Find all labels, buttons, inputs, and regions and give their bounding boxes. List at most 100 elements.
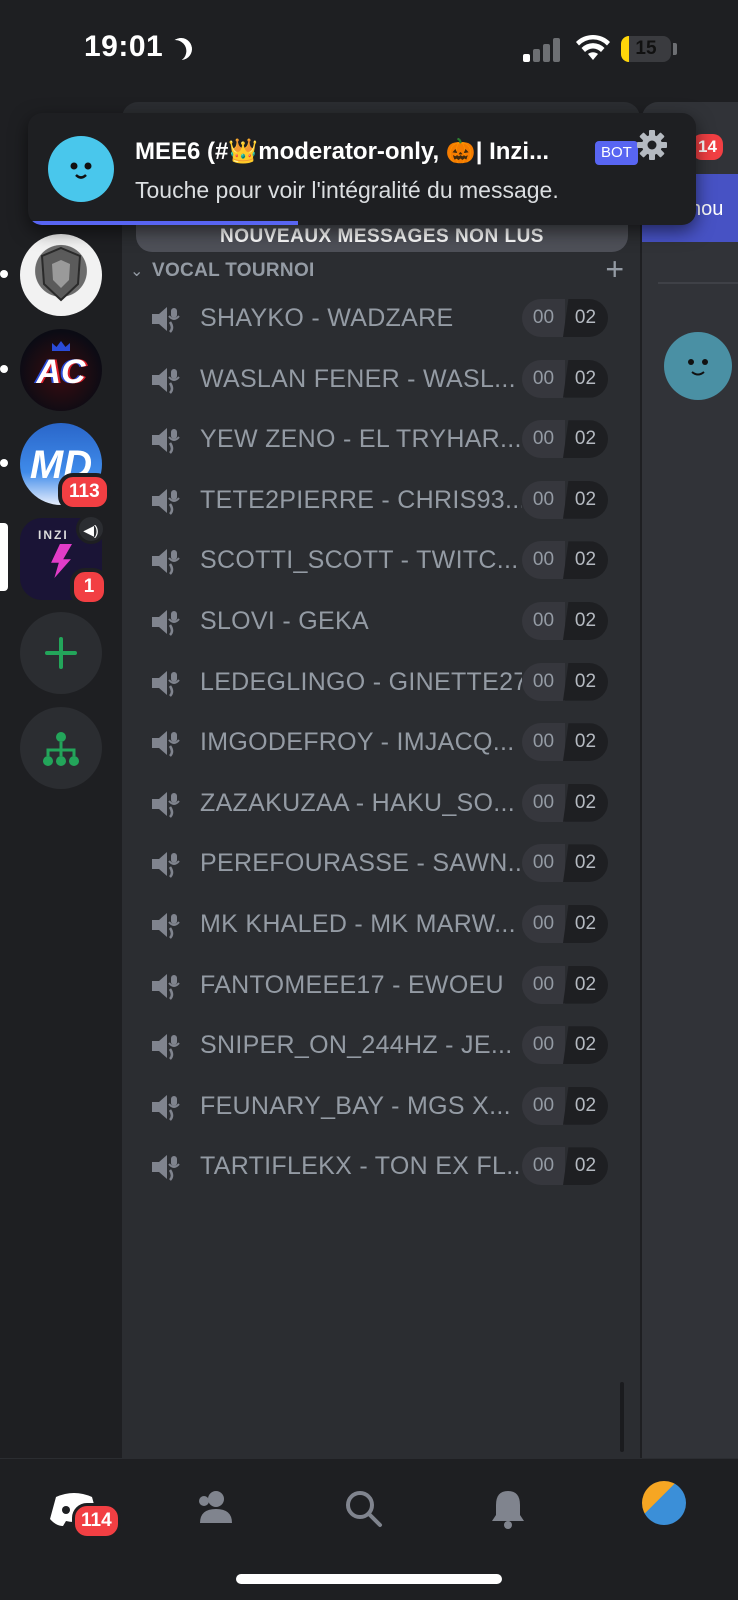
voice-channel[interactable]: FEUNARY_BAY - MGS X... 00 02 (136, 1078, 630, 1136)
voice-channel-name: SNIPER_ON_244HZ - JE... (200, 1031, 513, 1060)
voice-channel[interactable]: YEW ZENO - EL TRYHAR... 00 02 (136, 411, 630, 469)
notification-body: Touche pour voir l'intégralité du messag… (135, 177, 559, 203)
user-limit: 00 02 (522, 359, 608, 398)
voice-channel-icon (152, 1094, 180, 1121)
user-limit: 00 02 (522, 1086, 608, 1125)
user-limit-max: 02 (563, 783, 608, 822)
toast-progress (28, 221, 298, 225)
notification-toast[interactable]: MEE6 (#👑moderator-only, 🎃| Inzi... BOT T… (28, 113, 696, 225)
notification-title: MEE6 (#👑moderator-only, 🎃| Inzi... (135, 138, 550, 165)
unread-pip (0, 459, 8, 467)
unread-pip (0, 365, 8, 373)
user-limit-max: 02 (563, 905, 608, 943)
voice-channel[interactable]: TETE2PIERRE - CHRIS93... 00 02 (136, 472, 630, 530)
user-limit-max: 02 (563, 1026, 608, 1065)
user-count: 00 (522, 1026, 565, 1065)
category-header[interactable]: ⌄ VOCAL TOURNOI + (130, 253, 630, 289)
user-limit-max: 02 (563, 662, 608, 701)
notifications-icon[interactable] (478, 1479, 538, 1539)
unread-badge: 113 (58, 473, 111, 511)
voice-channel-name: WASLAN FENER - WASL... (200, 364, 516, 393)
crown-icon (52, 341, 70, 351)
user-limit-max: 02 (563, 420, 608, 459)
user-count: 00 (522, 420, 565, 459)
divider (658, 282, 738, 284)
user-limit: 00 02 (522, 662, 608, 701)
user-limit-max: 02 (563, 480, 608, 519)
voice-channel-icon (152, 488, 180, 515)
user-limit-max: 02 (563, 1147, 608, 1186)
voice-channel[interactable]: SNIPER_ON_244HZ - JE... 00 02 (136, 1017, 630, 1075)
battery-cap (673, 43, 677, 55)
shield-icon (40, 246, 82, 302)
voice-channel[interactable]: FANTOMEEE17 - EWOEU 00 02 (136, 957, 630, 1015)
user-limit-max: 02 (563, 299, 608, 337)
voice-channel[interactable]: PEREFOURASSE - SAWN... 00 02 (136, 835, 630, 893)
voice-channel[interactable]: TARTIFLEKX - TON EX FL... 00 02 (136, 1138, 630, 1196)
voice-channel-icon (152, 913, 180, 939)
add-server-icon[interactable] (20, 612, 102, 694)
server-ac[interactable]: AC (20, 329, 102, 411)
scrollbar[interactable] (620, 1382, 624, 1452)
voice-channel[interactable]: WASLAN FENER - WASL... 00 02 (136, 351, 630, 409)
voice-channel[interactable]: SLOVI - GEKA 00 02 (136, 593, 630, 651)
chevron-down-icon: ⌄ (130, 263, 144, 280)
voice-channel-name: SCOTTI_SCOTT - TWITC... (200, 546, 519, 575)
bot-avatar (48, 136, 114, 202)
server-badge[interactable] (20, 234, 102, 316)
chat-panel-peek[interactable] (642, 102, 738, 1458)
user-limit: 00 02 (522, 299, 608, 337)
voice-channel[interactable]: SHAYKO - WADZARE 00 02 (136, 290, 630, 348)
user-count: 00 (522, 359, 565, 398)
profile-avatar[interactable] (642, 1481, 686, 1525)
user-limit: 00 02 (522, 420, 608, 459)
unread-pip (0, 270, 8, 278)
user-count: 00 (522, 965, 565, 1004)
server-md[interactable]: MD 113 (20, 423, 111, 511)
user-limit-max: 02 (563, 965, 608, 1004)
voice-channel-name: IMGODEFROY - IMJACQ... (200, 728, 515, 757)
voice-channel-name: MK KHALED - MK MARW... (200, 910, 516, 938)
voice-channel-name: FANTOMEEE17 - EWOEU (200, 970, 504, 999)
server-ac-initials: AC (36, 353, 86, 391)
user-limit-max: 02 (563, 541, 608, 580)
user-limit: 00 02 (522, 723, 608, 762)
voice-channel-icon (152, 1155, 180, 1182)
user-count: 00 (522, 1086, 565, 1125)
voice-channel[interactable]: IMGODEFROY - IMJACQ... 00 02 (136, 714, 630, 772)
voice-channel[interactable]: LEDEGLINGO - GINETTE27 00 02 (136, 654, 630, 712)
search-icon[interactable] (334, 1479, 394, 1539)
voice-channel-icon (152, 973, 180, 1000)
voice-channel-name: PEREFOURASSE - SAWN... (200, 849, 522, 878)
voice-channel-name: LEDEGLINGO - GINETTE27 (200, 667, 522, 696)
user-count: 00 (522, 723, 565, 762)
user-count: 00 (522, 905, 565, 943)
signal-icon (523, 38, 563, 62)
home-indicator[interactable] (236, 1574, 502, 1584)
server-inzi[interactable]: INZI ◀) 1 (20, 514, 108, 606)
status-bar: 19:01 15 (0, 0, 738, 100)
user-count: 00 (522, 299, 565, 337)
friends-icon[interactable] (186, 1479, 246, 1539)
user-count: 00 (522, 662, 565, 701)
category-label: VOCAL TOURNOI (152, 260, 315, 281)
voice-channel-icon (152, 610, 180, 636)
user-limit: 00 02 (522, 1147, 608, 1186)
user-count: 00 (522, 480, 565, 519)
user-limit: 00 02 (522, 480, 608, 519)
user-limit: 00 02 (522, 783, 608, 822)
voice-channel[interactable]: ZAZAKUZAA - HAKU_SO... 00 02 (136, 775, 630, 833)
user-count: 00 (522, 541, 565, 580)
user-limit: 00 02 (522, 905, 608, 943)
gear-icon[interactable] (635, 128, 669, 162)
voice-active-icon: ◀) (76, 514, 106, 544)
discover-icon[interactable] (20, 707, 102, 789)
voice-channel-name: ZAZAKUZAA - HAKU_SO... (200, 788, 515, 817)
bolt-icon (51, 544, 72, 578)
voice-channel-name: FEUNARY_BAY - MGS X... (200, 1091, 511, 1120)
voice-channel-icon (152, 428, 180, 455)
voice-channel[interactable]: SCOTTI_SCOTT - TWITC... 00 02 (136, 532, 630, 590)
voice-channel[interactable]: MK KHALED - MK MARW... 00 02 (136, 896, 630, 954)
user-limit: 00 02 (522, 965, 608, 1004)
add-channel-icon[interactable]: + (605, 253, 624, 285)
